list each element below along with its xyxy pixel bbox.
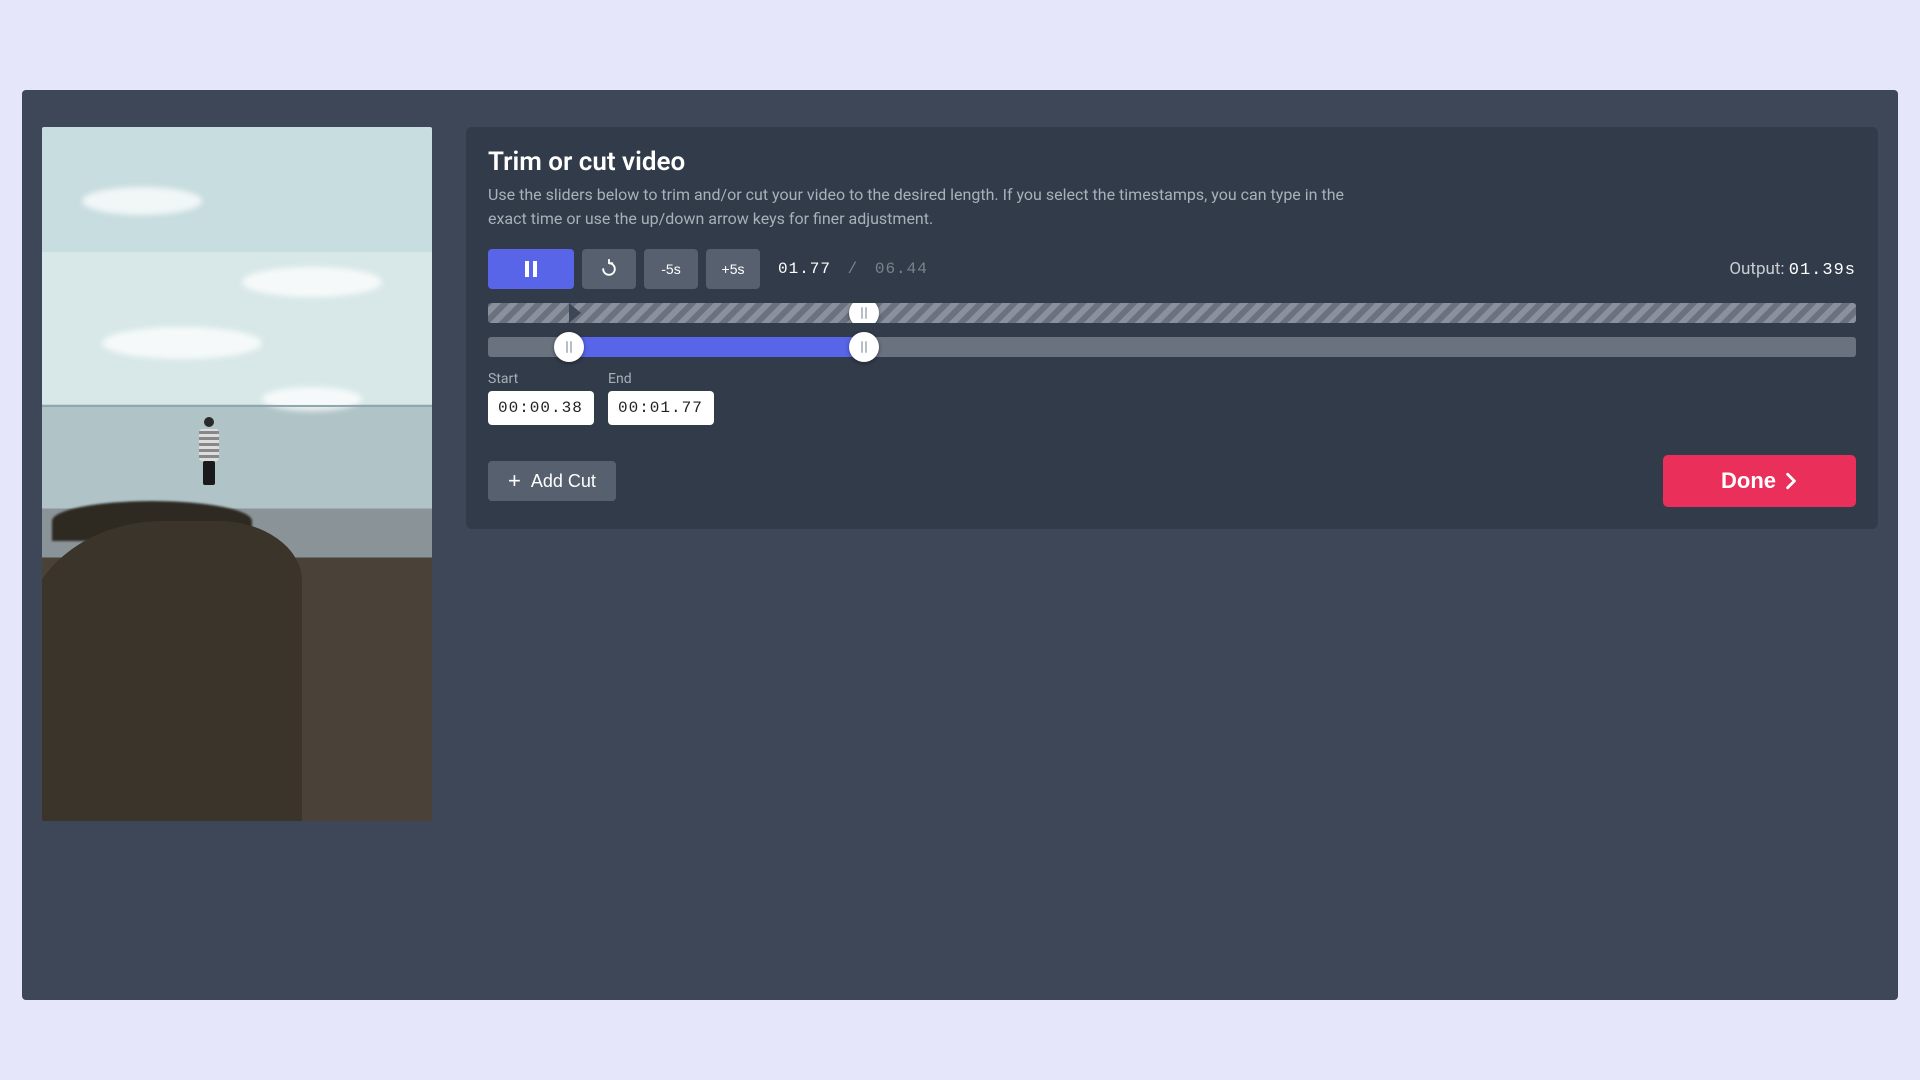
output-duration: Output: 01.39s bbox=[1729, 259, 1856, 280]
chevron-right-icon bbox=[1784, 472, 1798, 490]
time-separator: / bbox=[848, 260, 859, 278]
pause-icon bbox=[524, 261, 538, 277]
total-time: 06.44 bbox=[875, 260, 928, 278]
panel-title: Trim or cut video bbox=[488, 147, 1856, 177]
trim-range-fill bbox=[569, 337, 865, 357]
start-label: Start bbox=[488, 371, 594, 387]
playback-controls: -5s +5s 01.77 / 06.44 Output: 01.39s bbox=[488, 249, 1856, 289]
restart-icon bbox=[599, 259, 619, 279]
end-label: End bbox=[608, 371, 714, 387]
trim-panel: Trim or cut video Use the sliders below … bbox=[466, 127, 1878, 529]
add-cut-button[interactable]: + Add Cut bbox=[488, 461, 616, 501]
skip-back-button[interactable]: -5s bbox=[644, 249, 698, 289]
playhead-handle[interactable] bbox=[849, 303, 879, 323]
trim-end-handle[interactable] bbox=[849, 332, 879, 362]
current-time: 01.77 bbox=[778, 260, 831, 278]
trim-track[interactable] bbox=[488, 337, 1856, 357]
playback-track[interactable] bbox=[488, 303, 1856, 323]
panel-description: Use the sliders below to trim and/or cut… bbox=[488, 183, 1348, 231]
done-label: Done bbox=[1721, 468, 1776, 494]
skip-forward-button[interactable]: +5s bbox=[706, 249, 760, 289]
time-inputs: Start End bbox=[488, 371, 1856, 425]
video-trim-app: Trim or cut video Use the sliders below … bbox=[22, 90, 1898, 1000]
add-cut-label: Add Cut bbox=[531, 471, 596, 492]
plus-icon: + bbox=[508, 470, 521, 492]
restart-button[interactable] bbox=[582, 249, 636, 289]
start-time-input[interactable] bbox=[488, 391, 594, 425]
time-display: 01.77 / 06.44 bbox=[778, 260, 928, 278]
pause-button[interactable] bbox=[488, 249, 574, 289]
panel-footer: + Add Cut Done bbox=[488, 455, 1856, 507]
video-preview[interactable] bbox=[42, 127, 432, 821]
end-time-input[interactable] bbox=[608, 391, 714, 425]
trim-start-handle[interactable] bbox=[554, 332, 584, 362]
done-button[interactable]: Done bbox=[1663, 455, 1856, 507]
trim-start-marker bbox=[569, 303, 581, 323]
